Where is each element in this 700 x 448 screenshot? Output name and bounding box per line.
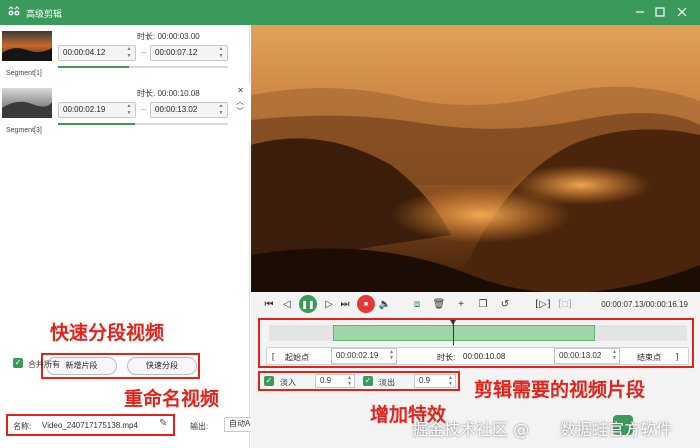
- watermark-left: 掘金技术社区 @: [412, 420, 530, 439]
- app-logo-icon: [8, 6, 20, 16]
- player-controls: ⏮ ◁ ❚❚ ▷ ⏭ ■ 🔈 ⧈ 🗑 + ❐ ↺ ⁅▷⁆ ⁅□⁆ 00:00:0…: [251, 292, 700, 316]
- spinner-icon[interactable]: ▲ ▼: [125, 103, 133, 117]
- annotation-clip: 剪辑需要的视频片段: [474, 379, 646, 401]
- spinner-icon[interactable]: ▲ ▼: [347, 375, 352, 387]
- annotation-quick-split: 快速分段视频: [50, 322, 165, 344]
- range-separator: –: [141, 105, 146, 114]
- spinner-icon[interactable]: ▲ ▼: [125, 46, 133, 60]
- fade-in-label: 淡入: [280, 378, 296, 387]
- spinner-icon[interactable]: ▲ ▼: [217, 103, 225, 117]
- time-display: 00:00:07.13/00:00:16.19: [601, 300, 688, 309]
- video-preview[interactable]: [251, 25, 700, 292]
- segment-name: Segment[1]: [6, 70, 42, 77]
- volume-icon[interactable]: 🔈: [377, 296, 393, 312]
- segment-progress: [58, 66, 228, 68]
- segment-duration: 时长: 00:00:10.08: [137, 89, 200, 98]
- annotation-box-clip: [258, 318, 694, 368]
- split-icon[interactable]: ⧈: [409, 296, 425, 312]
- minimize-icon[interactable]: [633, 5, 647, 19]
- watermark-right: 数据蛙官方软件: [560, 420, 673, 439]
- loop-icon[interactable]: ⁅□⁆: [557, 296, 573, 312]
- fade-in-field[interactable]: 0.9 ▲ ▼: [315, 374, 355, 388]
- segment-item[interactable]: Segment[1] 时长: 00:00:03.00 00:00:04.12 ▲ ▼…: [0, 27, 250, 85]
- merge-all-label: 合并所有: [28, 360, 60, 369]
- next-frame-icon[interactable]: ▷: [321, 296, 337, 312]
- fade-out-label: 淡出: [379, 378, 395, 387]
- close-icon[interactable]: ✕: [237, 86, 244, 95]
- segment-start-field[interactable]: 00:00:04.12 ▲ ▼: [58, 45, 136, 61]
- annotation-rename: 重命名视频: [124, 388, 220, 410]
- output-label: 输出:: [190, 422, 209, 431]
- segment-name: Segment[3]: [6, 127, 42, 134]
- merge-all-checkbox[interactable]: ✓: [13, 358, 23, 368]
- delete-icon[interactable]: 🗑: [431, 296, 447, 312]
- copy-icon[interactable]: ❐: [475, 296, 491, 312]
- segment-item[interactable]: Segment[3] 时长: 00:00:10.08 00:00:02.19 ▲ ▼…: [0, 84, 250, 142]
- file-name-field[interactable]: Video_240717175138.mp4: [42, 421, 138, 430]
- edit-icon[interactable]: ✎: [159, 418, 167, 429]
- fade-out-field[interactable]: 0.9 ▲ ▼: [414, 374, 456, 388]
- segment-duration: 时长: 00:00:03.00: [137, 32, 200, 41]
- reset-icon[interactable]: ↺: [497, 296, 513, 312]
- previous-frame-icon[interactable]: ◁: [279, 296, 295, 312]
- pause-icon[interactable]: ❚❚: [299, 295, 317, 313]
- segment-thumbnail: [2, 88, 52, 118]
- skip-to-end-icon[interactable]: ⏭: [337, 296, 353, 312]
- fade-in-checkbox[interactable]: ✓: [264, 376, 274, 386]
- window-title: 高级剪辑: [26, 9, 63, 19]
- add-icon[interactable]: +: [453, 296, 469, 312]
- quick-split-button[interactable]: 快速分段: [127, 357, 197, 375]
- maximize-icon[interactable]: [653, 5, 667, 19]
- segment-thumbnail: [2, 31, 52, 61]
- close-icon[interactable]: [675, 5, 689, 19]
- skip-to-start-icon[interactable]: ⏮: [261, 296, 277, 312]
- range-separator: –: [141, 48, 146, 57]
- segment-end-field[interactable]: 00:00:13.02 ▲ ▼: [150, 102, 228, 118]
- fade-out-checkbox[interactable]: ✓: [363, 376, 373, 386]
- segment-start-field[interactable]: 00:00:02.19 ▲ ▼: [58, 102, 136, 118]
- video-frame: [251, 25, 700, 292]
- segment-end-field[interactable]: 00:00:07.12 ▲ ▼: [150, 45, 228, 61]
- title-bar: 高级剪辑: [0, 0, 700, 25]
- play-range-icon[interactable]: ⁅▷⁆: [535, 296, 551, 312]
- spinner-icon[interactable]: ▲ ▼: [448, 375, 453, 387]
- name-label: 名称:: [13, 422, 32, 431]
- stop-icon[interactable]: ■: [357, 295, 375, 313]
- segment-progress: [58, 123, 228, 125]
- chevron-down-icon[interactable]: ﹀: [236, 106, 244, 117]
- spinner-icon[interactable]: ▲ ▼: [217, 46, 225, 60]
